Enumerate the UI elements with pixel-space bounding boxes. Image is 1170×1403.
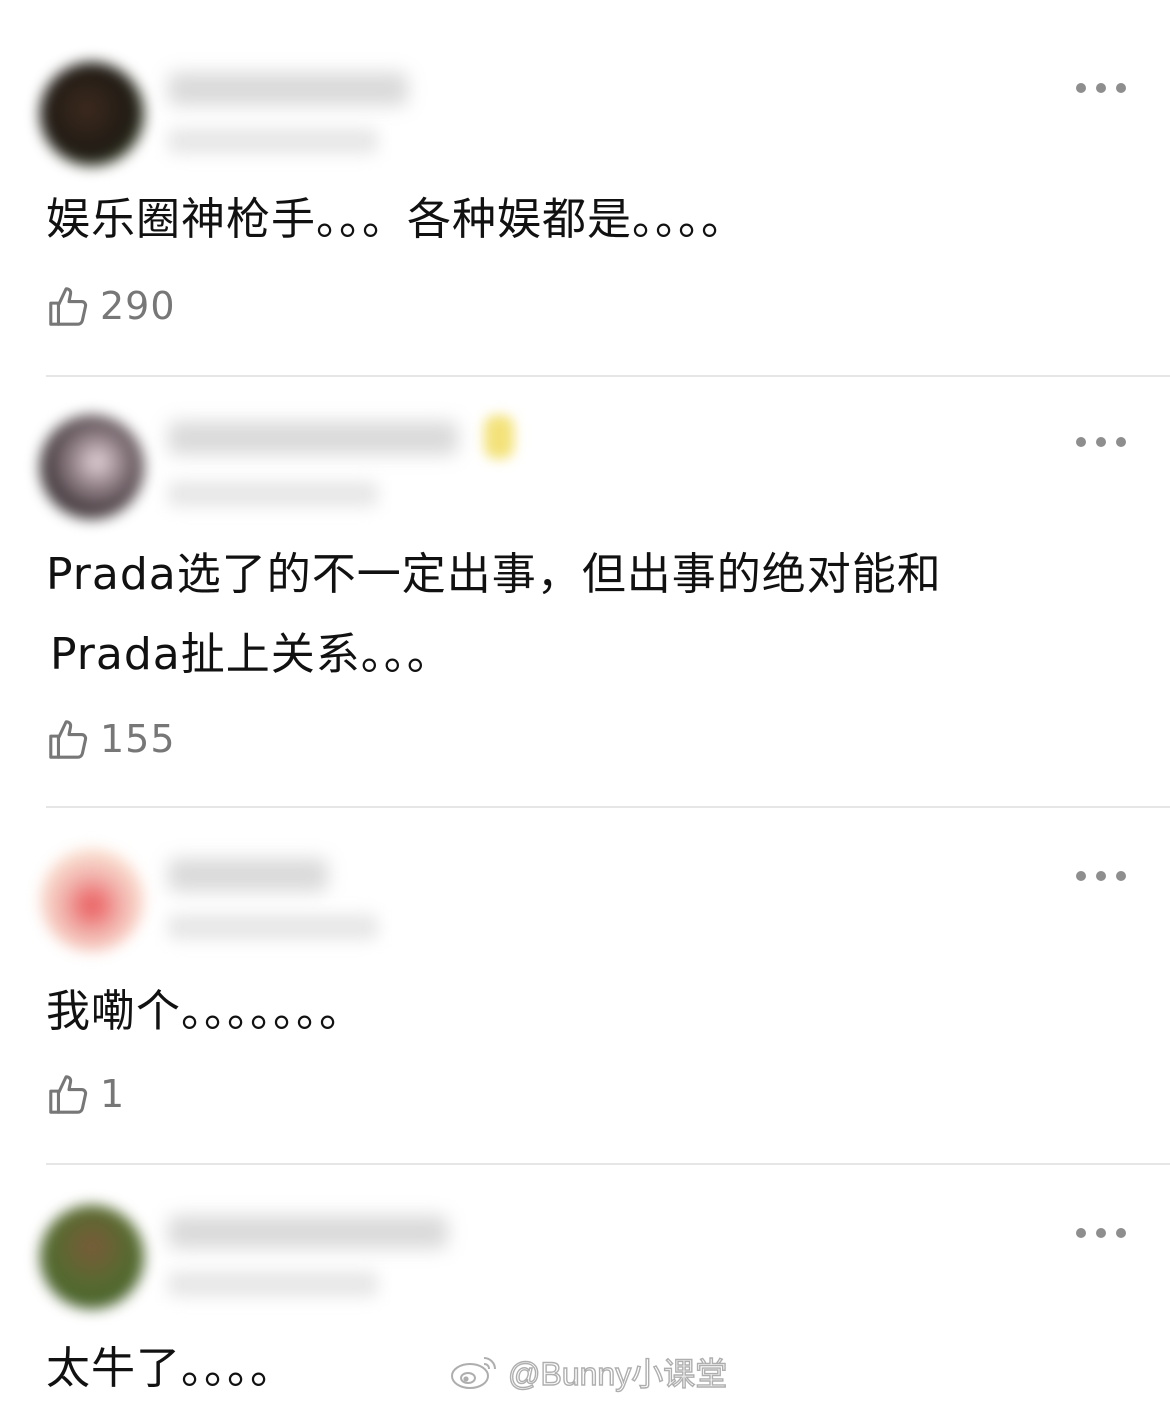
more-icon-dot — [1076, 83, 1086, 93]
timestamp-blurred — [168, 1271, 378, 1297]
more-icon-dot — [1116, 871, 1126, 881]
more-options-button[interactable] — [1076, 78, 1126, 98]
more-icon-dot — [1116, 437, 1126, 447]
timestamp-blurred — [168, 914, 378, 940]
thumbs-up-icon — [49, 287, 88, 326]
avatar[interactable] — [40, 848, 144, 952]
comment-item: Prada选了的不一定出事，但出事的绝对能和 Prada扯上关系。。。 155 — [0, 377, 1170, 807]
like-count: 290 — [100, 284, 176, 328]
more-icon-dot — [1096, 1228, 1106, 1238]
comment-text: 太牛了。。。。 — [46, 1343, 295, 1394]
like-count: 155 — [100, 717, 176, 761]
more-options-button[interactable] — [1076, 432, 1126, 452]
username-blurred[interactable] — [168, 858, 328, 892]
comment-text: 娱乐圈神枪手。。。各种娱都是。。。。 — [46, 194, 746, 245]
comment-text: 我嘞个。。。。。。。 — [46, 986, 364, 1037]
more-icon-dot — [1076, 1228, 1086, 1238]
timestamp-blurred — [168, 481, 378, 507]
comment-item: 娱乐圈神枪手。。。各种娱都是。。。。 290 — [0, 0, 1170, 376]
more-icon-dot — [1096, 437, 1106, 447]
timestamp-blurred — [168, 128, 378, 154]
comment-item: 我嘞个。。。。。。。 1 — [0, 808, 1170, 1164]
more-icon-dot — [1076, 437, 1086, 447]
more-icon-dot — [1116, 1228, 1126, 1238]
more-icon-dot — [1096, 83, 1106, 93]
avatar[interactable] — [40, 62, 144, 166]
more-icon-dot — [1116, 83, 1126, 93]
username-blurred[interactable] — [168, 1215, 448, 1249]
more-icon-dot — [1076, 871, 1086, 881]
avatar[interactable] — [40, 415, 144, 519]
more-options-button[interactable] — [1076, 866, 1126, 886]
comment-text: Prada选了的不一定出事，但出事的绝对能和 — [46, 549, 942, 600]
vip-badge-icon — [484, 415, 514, 459]
weibo-icon — [451, 1357, 496, 1389]
thumbs-up-icon — [49, 1075, 88, 1114]
watermark-text: @Bunny小课堂 — [507, 1355, 728, 1392]
watermark: @Bunny小课堂 — [448, 1347, 728, 1397]
avatar[interactable] — [40, 1205, 144, 1309]
username-blurred[interactable] — [168, 72, 408, 106]
like-button[interactable]: 1 — [46, 1070, 125, 1118]
like-count: 1 — [100, 1072, 126, 1116]
more-icon-dot — [1096, 871, 1106, 881]
thumbs-up-icon — [49, 720, 88, 759]
like-button[interactable]: 155 — [46, 715, 176, 763]
comment-text: Prada扯上关系。。。 — [50, 629, 452, 680]
more-options-button[interactable] — [1076, 1223, 1126, 1243]
like-button[interactable]: 290 — [46, 282, 176, 330]
username-blurred[interactable] — [168, 421, 458, 455]
